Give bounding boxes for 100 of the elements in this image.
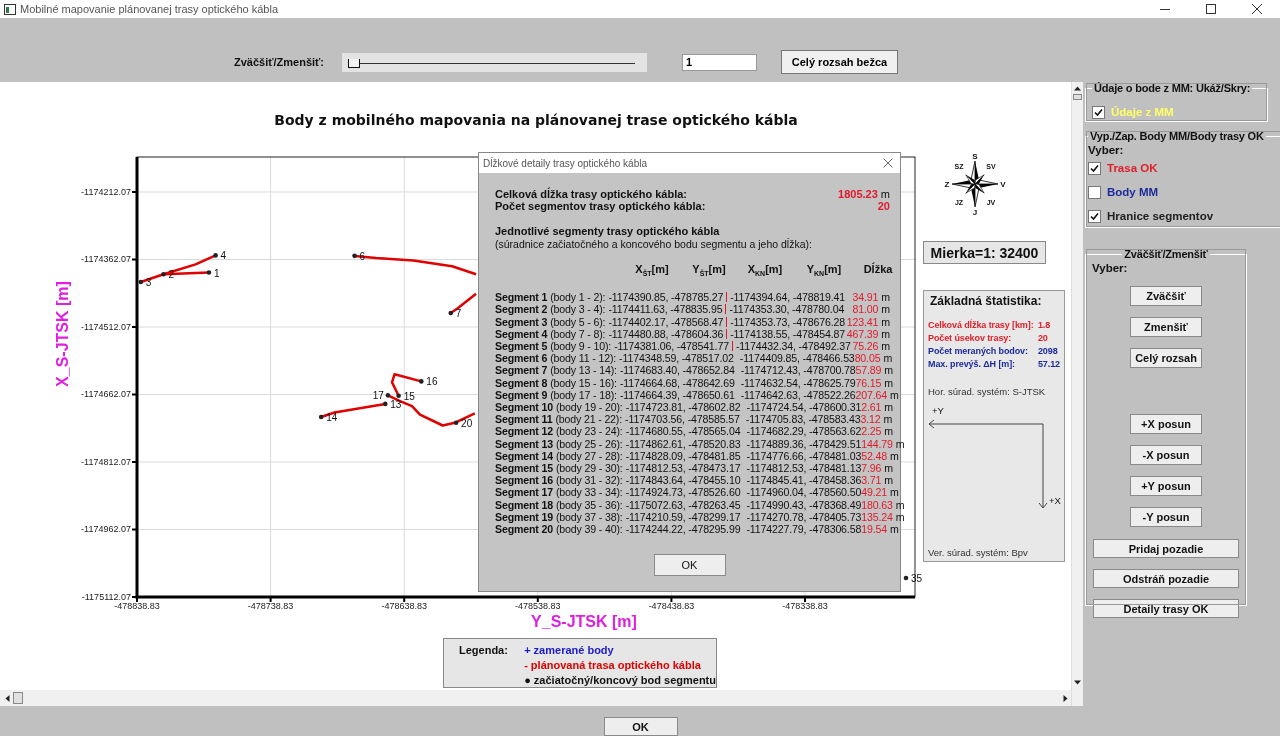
segment-name: Segment 3 xyxy=(495,315,548,328)
summary-value: 1805.23 xyxy=(838,188,878,200)
stat-value: 57.12 xyxy=(1037,359,1061,369)
segment-name: Segment 11 xyxy=(495,413,553,426)
start-coordinates: -1174348.59, -478517.02 xyxy=(619,352,734,365)
segment-points: (body 1 - 2): xyxy=(550,291,606,304)
segment-name: Segment 7 xyxy=(495,364,548,377)
tick-label: -1174512.07 xyxy=(81,322,131,332)
point-label: 20 xyxy=(461,417,473,429)
point-label: 7 xyxy=(455,308,462,319)
segment-points: (body 13 - 14): xyxy=(550,364,617,377)
unit-label: m xyxy=(889,486,899,499)
axis-label: +Y xyxy=(932,405,944,416)
end-coordinates: -1174138.55, -478454.87 xyxy=(730,327,845,340)
segment-points: (body 17 - 18): xyxy=(550,388,617,401)
segment-name: Segment 8 xyxy=(495,376,548,389)
prompt-label: Vyber: xyxy=(1088,144,1125,156)
segment-points: (body 35 - 36): xyxy=(555,498,623,511)
segment-length: 49.21 xyxy=(861,486,887,499)
segment-points: (body 33 - 34): xyxy=(555,486,623,499)
segment-name: Segment 4 xyxy=(495,327,548,340)
legend-title: Legenda: xyxy=(459,644,509,658)
unit-label: m xyxy=(883,413,893,426)
start-coordinates: -1174924.73, -478526.60 xyxy=(625,486,741,499)
point-label: 1 xyxy=(213,267,220,279)
end-coordinates: -1174712.43, -478700.78 xyxy=(740,364,856,377)
zoom-label: Zväčšiť/Zmenšiť: xyxy=(234,56,325,68)
unit-label: m xyxy=(881,340,890,353)
compass-label: S xyxy=(972,152,978,161)
stat-label: Max. prevýš. ΔH [m]: xyxy=(928,359,1016,369)
unit-label: m xyxy=(889,388,899,401)
tick-label: -478438.83 xyxy=(648,601,695,611)
tick-label: -478338.83 xyxy=(782,601,828,611)
stat-value: 1.8 xyxy=(1037,320,1052,330)
segment-points: (body 5 - 6): xyxy=(550,315,606,328)
compass-label: Z xyxy=(944,180,950,189)
segment-length: 3.71 xyxy=(861,474,882,487)
scale-label: Mierka=1: 32400 xyxy=(923,241,1046,264)
segment-points: (body 37 - 38): xyxy=(555,510,623,524)
point-label: 4 xyxy=(220,250,227,262)
start-coordinates: -1174244.22, -478295.99 xyxy=(625,523,741,536)
segment-name: Segment 10 xyxy=(495,401,553,414)
point-label: 17 xyxy=(372,390,384,402)
segment-points: (body 15 - 16): xyxy=(550,376,617,389)
segment-length: 135.24 xyxy=(861,510,893,524)
legend-item: + zamerané body xyxy=(524,644,615,656)
segment-points: (body 19 - 20): xyxy=(555,401,623,414)
stat-label: Počet úsekov trasy: xyxy=(928,333,1013,343)
point-label: 35 xyxy=(911,573,923,584)
segment-name: Segment 9 xyxy=(495,388,548,401)
end-coordinates: -1174682.29, -478563.62 xyxy=(746,425,862,438)
stat-value: 20 xyxy=(1037,333,1049,343)
tick-label: -1174962.07 xyxy=(81,524,131,535)
system-label: Ver. súrad. systém: Bpv xyxy=(928,547,1029,558)
section-title: Jednotlivé segmenty trasy optického kábla xyxy=(495,225,721,238)
unit-label: m xyxy=(881,303,890,316)
unit-label: m xyxy=(883,352,893,365)
point-label: 13 xyxy=(390,398,402,410)
start-coordinates: -1175072.63, -478263.45 xyxy=(625,498,741,511)
tick-label: -478738.83 xyxy=(247,601,294,611)
segment-name: Segment 15 xyxy=(495,462,553,475)
column-header: Dĺžka xyxy=(862,262,894,277)
tick-label: -478838.83 xyxy=(114,601,160,611)
end-coordinates: -1174270.78, -478405.73 xyxy=(746,510,862,524)
end-coordinates: -1174394.64, -478819.41 xyxy=(730,291,845,304)
compass-label: J xyxy=(972,208,978,216)
segment-length: 467.39 xyxy=(846,327,879,340)
segment-length: 180.63 xyxy=(861,498,893,511)
stat-label: Počet meraných bodov: xyxy=(928,346,1029,356)
end-coordinates: -1174960.04, -478560.50 xyxy=(746,486,862,499)
segment-name: Segment 5 xyxy=(495,340,548,353)
segment-points: (body 3 - 4): xyxy=(550,303,606,316)
start-coordinates: -1174480.88, -478604.36 xyxy=(608,327,724,340)
start-coordinates: -1174703.56, -478585.57 xyxy=(625,413,740,426)
system-label: Hor. súrad. systém: S-JTSK xyxy=(928,386,1047,397)
segment-points: (body 23 - 24): xyxy=(555,425,623,438)
segment-length: 34.91 xyxy=(852,291,879,304)
segment-name: Segment 1 xyxy=(495,291,548,304)
end-coordinates: -1174353.73, -478676.28 xyxy=(730,315,845,328)
point-label: 14 xyxy=(326,411,338,423)
end-coordinates: -1174812.53, -478481.13 xyxy=(746,462,862,475)
unit-label: m xyxy=(881,315,890,328)
end-coordinates: -1174227.79, -478306.58 xyxy=(746,523,862,536)
group-title: Zväčšiť/Zmenšiť xyxy=(1123,248,1209,260)
start-coordinates: -1174664.39, -478650.61 xyxy=(619,388,735,401)
tick-label: -1174812.07 xyxy=(81,457,131,467)
start-coordinates: -1174828.09, -478481.85 xyxy=(625,449,741,463)
segment-length: 7.96 xyxy=(861,462,882,475)
end-coordinates: -1174724.54, -478600.31 xyxy=(746,401,862,414)
axis-title: X_S-JTSK [m] xyxy=(54,281,71,387)
segment-length: 2.25 xyxy=(861,425,882,438)
segment-name: Segment 20 xyxy=(495,523,553,536)
start-coordinates: -1174680.55, -478565.04 xyxy=(625,425,741,438)
segment-points: (body 29 - 30): xyxy=(555,462,623,475)
start-coordinates: -1174381.06, -478541.77 xyxy=(614,340,729,353)
segment-length: 80.05 xyxy=(854,352,881,365)
start-coordinates: -1174402.17, -478568.47 xyxy=(608,315,724,328)
checkbox-label: Hranice segmentov xyxy=(1107,210,1214,222)
segment-length: 57.89 xyxy=(855,364,882,377)
segment-points: (body 39 - 40): xyxy=(555,523,623,536)
